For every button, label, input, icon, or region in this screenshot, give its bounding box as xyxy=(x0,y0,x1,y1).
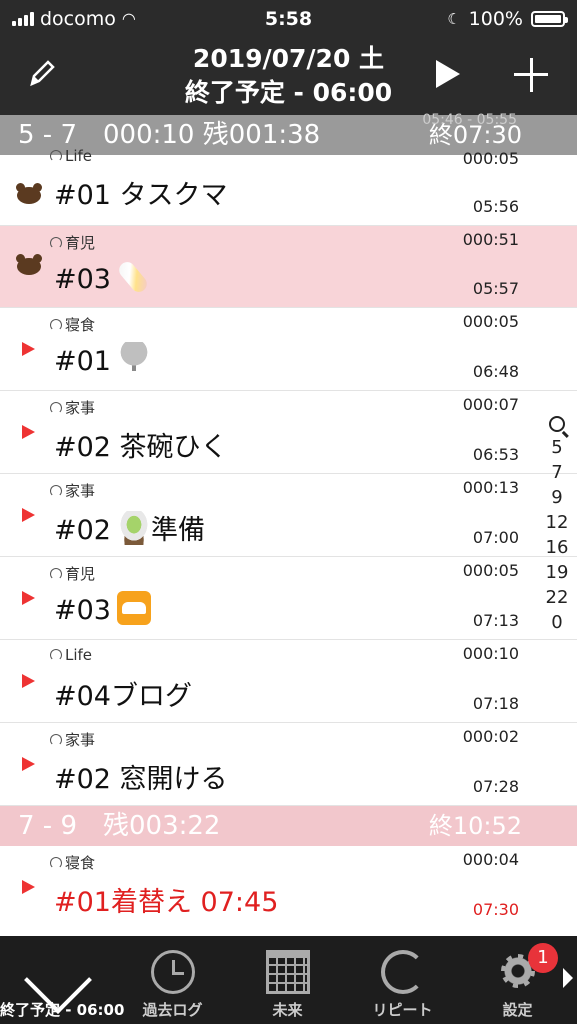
microphone-icon xyxy=(116,342,151,376)
index-item[interactable]: 9 xyxy=(542,485,572,510)
task-time: 05:57 xyxy=(472,279,519,298)
play-icon[interactable] xyxy=(22,880,35,894)
task-time: 07:00 xyxy=(472,528,519,547)
task-category: Life xyxy=(50,147,92,165)
task-category: Life xyxy=(50,646,92,664)
clock-icon xyxy=(150,950,195,994)
top-bar: docomo ◠ 5:58 ☾ 100% 2019/07/20 土 終了予定 -… xyxy=(0,0,577,115)
index-item[interactable]: 7 xyxy=(542,460,572,485)
task-row[interactable]: 寝食 000:04 #01着替え 07:45 07:30 xyxy=(0,846,577,936)
task-row[interactable]: 家事 000:02 #02 窓開ける 07:28 xyxy=(0,723,577,806)
calendar-icon xyxy=(265,950,310,994)
repeat-icon xyxy=(380,950,425,994)
bear-icon[interactable] xyxy=(14,254,44,276)
search-icon[interactable] xyxy=(549,416,565,432)
add-icon[interactable] xyxy=(514,58,548,92)
battery-percent: 100% xyxy=(468,8,523,30)
task-name: #01着替え 07:45 xyxy=(54,887,279,918)
task-name: #02 茶碗ひく xyxy=(54,432,228,463)
play-icon[interactable] xyxy=(22,425,35,439)
chevron-right-icon[interactable] xyxy=(563,968,573,988)
index-item[interactable]: 12 xyxy=(542,510,572,535)
task-row[interactable]: 家事 000:13 #02 準備 07:00 xyxy=(0,474,577,557)
task-duration: 000:10 xyxy=(462,644,519,663)
task-row[interactable]: 育児 000:05 #03 07:13 xyxy=(0,557,577,640)
header-date: 2019/07/20 土 xyxy=(192,44,385,73)
tab-bar: 終了予定 - 06:00 過去ログ 未来 リピート 設定 xyxy=(0,936,577,1024)
section-end: 終10:52 xyxy=(428,812,522,840)
task-time: 07:13 xyxy=(472,611,519,630)
task-name: #04ブログ xyxy=(54,681,192,712)
task-time: 05:56 xyxy=(472,197,519,216)
bear-icon[interactable] xyxy=(14,183,44,205)
tea-icon xyxy=(116,511,151,545)
tab-schedule[interactable]: 終了予定 - 06:00 xyxy=(0,936,125,1024)
section-label: 7 - 9 残003:22 xyxy=(18,811,221,841)
header-subtitle: 終了予定 - 06:00 xyxy=(184,78,393,107)
pencil-icon[interactable] xyxy=(28,58,56,92)
task-duration: 000:51 xyxy=(462,230,519,249)
tab-repeat[interactable]: リピート xyxy=(345,936,460,1024)
play-icon[interactable] xyxy=(22,674,35,688)
task-time: 06:53 xyxy=(472,445,519,464)
task-category: 寝食 xyxy=(50,314,95,335)
task-row[interactable]: Life 000:05 #01 タスクマ 05:56 xyxy=(0,147,577,226)
task-duration: 000:07 xyxy=(462,395,519,414)
task-category: 家事 xyxy=(50,729,95,750)
index-item[interactable]: 22 xyxy=(542,585,572,610)
index-item[interactable]: 5 xyxy=(542,435,572,460)
index-item[interactable]: 19 xyxy=(542,560,572,585)
index-item[interactable]: 16 xyxy=(542,535,572,560)
task-row[interactable]: 寝食 000:05 #01 06:48 xyxy=(0,308,577,391)
play-icon[interactable] xyxy=(22,508,35,522)
scrolled-time: 05:46 - 05:55 xyxy=(422,112,517,128)
baby-bottle-icon xyxy=(115,258,151,296)
header-title: 2019/07/20 土 終了予定 - 06:00 xyxy=(120,42,457,110)
tab-label: 終了予定 - 06:00 xyxy=(0,1001,125,1019)
task-category: 育児 xyxy=(50,563,95,584)
tab-future[interactable]: 未来 xyxy=(230,936,345,1024)
task-duration: 000:05 xyxy=(462,561,519,580)
task-duration: 000:02 xyxy=(462,727,519,746)
task-time: 07:28 xyxy=(472,777,519,796)
tab-past-log[interactable]: 過去ログ xyxy=(115,936,230,1024)
task-row[interactable]: 育児 000:51 #03 05:57 xyxy=(0,226,577,308)
tab-label: 過去ログ xyxy=(142,1001,203,1019)
tab-label: 未来 xyxy=(272,1001,303,1019)
status-right: ☾ 100% xyxy=(447,6,568,32)
task-name: #01 タスクマ xyxy=(54,180,228,211)
play-icon[interactable] xyxy=(22,757,35,771)
task-name: #02 窓開ける xyxy=(54,764,228,795)
tab-label: リピート xyxy=(372,1001,433,1019)
task-category: 寝食 xyxy=(50,852,95,873)
battery-icon xyxy=(531,11,568,27)
tab-label: 設定 xyxy=(502,1001,533,1019)
notification-badge: 1 xyxy=(528,943,558,973)
task-duration: 000:05 xyxy=(462,312,519,331)
task-name: #03 xyxy=(54,258,151,296)
task-category: 家事 xyxy=(50,397,95,418)
play-icon[interactable] xyxy=(22,591,35,605)
task-row[interactable]: 家事 000:07 #02 茶碗ひく 06:53 xyxy=(0,391,577,474)
play-icon[interactable] xyxy=(436,60,460,88)
play-icon[interactable] xyxy=(22,342,35,356)
task-duration: 000:13 xyxy=(462,478,519,497)
moon-icon: ☾ xyxy=(447,10,461,28)
section-header[interactable]: 7 - 9 残003:22 終10:52 xyxy=(0,806,577,846)
task-time: 07:18 xyxy=(472,694,519,713)
task-time: 06:48 xyxy=(472,362,519,381)
task-name: #02 準備 xyxy=(54,508,205,547)
task-name: #03 xyxy=(54,591,151,626)
task-category: 家事 xyxy=(50,480,95,501)
task-name: #01 xyxy=(54,342,151,377)
bed-icon xyxy=(116,591,151,625)
task-duration: 000:05 xyxy=(462,149,519,168)
task-time: 07:30 xyxy=(472,900,519,919)
tab-settings[interactable]: 設定 xyxy=(460,936,575,1024)
index-item[interactable]: 0 xyxy=(542,610,572,635)
task-category: 育児 xyxy=(50,232,95,253)
task-row[interactable]: Life 000:10 #04ブログ 07:18 xyxy=(0,640,577,723)
section-index[interactable]: 5 7 9 12 16 19 22 0 xyxy=(542,412,572,635)
task-duration: 000:04 xyxy=(462,850,519,869)
